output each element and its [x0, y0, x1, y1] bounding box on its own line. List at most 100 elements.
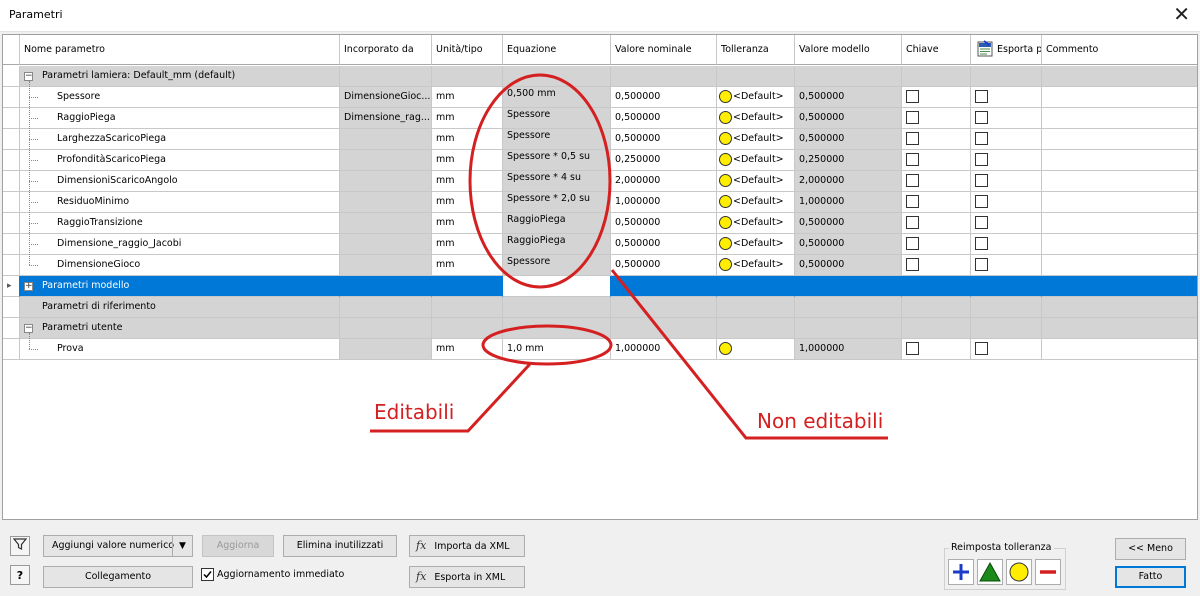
parameter-export[interactable] — [971, 213, 1042, 234]
parameter-tolerance[interactable]: <Default> — [717, 255, 795, 276]
parameter-nominal[interactable]: 0,500000 — [611, 234, 717, 255]
parameter-row[interactable]: RaggioTransizione mm RaggioPiega 0,500000 <D… — [3, 213, 1197, 234]
parameter-key[interactable] — [902, 108, 971, 129]
parameter-row[interactable]: LarghezzaScaricoPiega mm Spessore 0,500000 <… — [3, 129, 1197, 150]
parameter-comment[interactable] — [1042, 234, 1197, 255]
parameter-nominal[interactable]: 0,500000 — [611, 108, 717, 129]
export-checkbox[interactable] — [975, 153, 988, 166]
column-header[interactable]: Esporta p — [971, 35, 1042, 65]
chevron-down-icon[interactable]: ▼ — [172, 536, 192, 556]
parameter-unit[interactable]: mm — [432, 192, 503, 213]
parameter-tolerance[interactable] — [717, 339, 795, 360]
export-checkbox[interactable] — [975, 195, 988, 208]
parameter-name[interactable]: Spessore — [20, 87, 340, 108]
column-header[interactable]: Incorporato da — [340, 35, 432, 65]
group-row-utente[interactable]: Parametri utente — [3, 318, 1197, 339]
row-header[interactable] — [3, 234, 20, 255]
parameter-unit[interactable]: mm — [432, 339, 503, 360]
export-checkbox[interactable] — [975, 342, 988, 355]
tolerance-upper-button[interactable] — [948, 559, 974, 585]
parameter-row[interactable]: Prova mm 1,0 mm 1,000000 1,000000 — [3, 339, 1197, 360]
row-header[interactable] — [3, 339, 20, 360]
row-header[interactable] — [3, 171, 20, 192]
parameter-equation[interactable]: 1,0 mm — [503, 339, 611, 360]
parameter-unit[interactable]: mm — [432, 87, 503, 108]
parameter-tolerance[interactable]: <Default> — [717, 192, 795, 213]
add-numeric-dropdown[interactable]: Aggiungi valore numerico ▼ — [43, 535, 193, 557]
key-checkbox[interactable] — [906, 153, 919, 166]
group-name[interactable]: Parametri modello — [20, 276, 340, 297]
parameter-comment[interactable] — [1042, 255, 1197, 276]
parameter-nominal[interactable]: 2,000000 — [611, 171, 717, 192]
parameter-nominal[interactable]: 1,000000 — [611, 339, 717, 360]
parameter-comment[interactable] — [1042, 339, 1197, 360]
parameters-grid[interactable]: Nome parametro Incorporato da Unità/tipo Eq… — [2, 34, 1198, 520]
group-cell[interactable] — [503, 276, 611, 297]
help-icon[interactable]: ? — [10, 565, 30, 585]
parameter-row[interactable]: Dimensione_raggio_Jacobi mm RaggioPiega 0,5… — [3, 234, 1197, 255]
row-header[interactable] — [3, 66, 20, 87]
parameter-export[interactable] — [971, 87, 1042, 108]
parameter-unit[interactable]: mm — [432, 234, 503, 255]
parameter-key[interactable] — [902, 255, 971, 276]
parameter-tolerance[interactable]: <Default> — [717, 213, 795, 234]
key-checkbox[interactable] — [906, 132, 919, 145]
column-header[interactable]: Valore nominale — [611, 35, 717, 65]
filter-icon[interactable] — [10, 536, 30, 556]
parameter-comment[interactable] — [1042, 213, 1197, 234]
key-checkbox[interactable] — [906, 111, 919, 124]
checkbox-box[interactable] — [201, 568, 214, 581]
parameter-row[interactable]: ResiduoMinimo mm Spessore * 2,0 su 1,000000… — [3, 192, 1197, 213]
parameter-tolerance[interactable]: <Default> — [717, 171, 795, 192]
link-button[interactable]: Collegamento — [43, 566, 193, 588]
row-header[interactable] — [3, 318, 20, 339]
column-header[interactable]: Commento — [1042, 35, 1197, 65]
import-xml-button[interactable]: fx Importa da XML — [409, 535, 525, 557]
parameter-key[interactable] — [902, 87, 971, 108]
column-header[interactable]: Unità/tipo — [432, 35, 503, 65]
tolerance-nominal-button[interactable] — [977, 559, 1003, 585]
parameter-name[interactable]: ResiduoMinimo — [20, 192, 340, 213]
group-name[interactable]: Parametri di riferimento — [20, 297, 340, 318]
parameter-name[interactable]: DimensioniScaricoAngolo — [20, 171, 340, 192]
less-button[interactable]: << Meno — [1115, 538, 1186, 560]
parameter-nominal[interactable]: 0,500000 — [611, 213, 717, 234]
parameter-nominal[interactable]: 0,500000 — [611, 255, 717, 276]
tree-expander-icon[interactable]: − — [24, 324, 33, 333]
group-row-riferimento[interactable]: Parametri di riferimento — [3, 297, 1197, 318]
parameter-nominal[interactable]: 0,250000 — [611, 150, 717, 171]
parameter-name[interactable]: RaggioPiega — [20, 108, 340, 129]
row-header[interactable] — [3, 213, 20, 234]
update-button[interactable]: Aggiorna — [202, 535, 274, 557]
column-header[interactable]: Chiave — [902, 35, 971, 65]
parameter-row[interactable]: DimensioniScaricoAngolo mm Spessore * 4 su… — [3, 171, 1197, 192]
export-xml-button[interactable]: fx Esporta in XML — [409, 566, 525, 588]
parameter-nominal[interactable]: 0,500000 — [611, 87, 717, 108]
parameter-name[interactable]: DimensioneGioco — [20, 255, 340, 276]
parameter-export[interactable] — [971, 129, 1042, 150]
column-header[interactable]: Nome parametro — [20, 35, 340, 65]
key-checkbox[interactable] — [906, 237, 919, 250]
parameter-unit[interactable]: mm — [432, 171, 503, 192]
row-header[interactable] — [3, 108, 20, 129]
row-header[interactable] — [3, 129, 20, 150]
export-checkbox[interactable] — [975, 258, 988, 271]
parameter-comment[interactable] — [1042, 150, 1197, 171]
export-checkbox[interactable] — [975, 174, 988, 187]
column-header[interactable]: Valore modello — [795, 35, 902, 65]
parameter-unit[interactable]: mm — [432, 108, 503, 129]
tree-expander-icon[interactable]: + — [24, 282, 33, 291]
row-header[interactable] — [3, 276, 20, 297]
parameter-export[interactable] — [971, 234, 1042, 255]
parameter-unit[interactable]: mm — [432, 150, 503, 171]
parameter-nominal[interactable]: 0,500000 — [611, 129, 717, 150]
parameter-export[interactable] — [971, 108, 1042, 129]
parameter-key[interactable] — [902, 213, 971, 234]
group-row-lamiera[interactable]: Parametri lamiera: Default_mm (default) — [3, 66, 1197, 87]
done-button[interactable]: Fatto — [1115, 566, 1186, 588]
parameter-name[interactable]: Prova — [20, 339, 340, 360]
parameter-name[interactable]: LarghezzaScaricoPiega — [20, 129, 340, 150]
parameter-row[interactable]: Spessore DimensioneGioc... mm 0,500 mm 0,500… — [3, 87, 1197, 108]
export-checkbox[interactable] — [975, 216, 988, 229]
row-header[interactable] — [3, 192, 20, 213]
